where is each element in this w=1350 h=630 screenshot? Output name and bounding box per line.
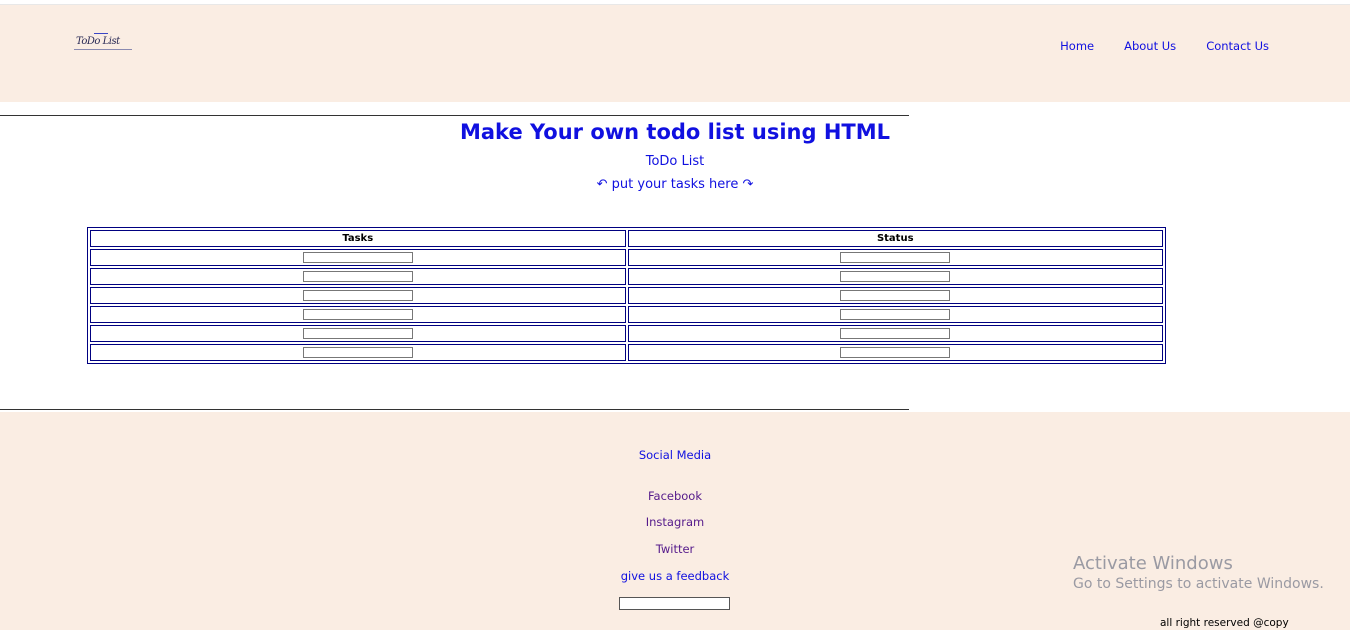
column-header-status: Status bbox=[627, 230, 1163, 247]
task-cell bbox=[90, 268, 626, 285]
task-cell bbox=[90, 325, 626, 342]
status-cell bbox=[627, 287, 1163, 304]
status-cell bbox=[627, 344, 1163, 361]
page-tagline: ↶ put your tasks here ↷ bbox=[596, 177, 754, 192]
logo-text: ToDo List bbox=[76, 36, 120, 47]
task-input[interactable] bbox=[302, 327, 413, 339]
table-row bbox=[90, 249, 1163, 266]
task-cell bbox=[90, 306, 626, 323]
status-input[interactable] bbox=[840, 270, 951, 282]
column-header-tasks: Tasks bbox=[90, 230, 626, 247]
table-row bbox=[90, 344, 1163, 361]
activate-windows-watermark: Activate Windows Go to Settings to activ… bbox=[1073, 553, 1324, 592]
watermark-subtitle: Go to Settings to activate Windows. bbox=[1073, 576, 1324, 592]
logo-accent bbox=[94, 33, 108, 34]
task-cell bbox=[90, 344, 626, 361]
status-cell bbox=[627, 268, 1163, 285]
page-title: Make Your own todo list using HTML bbox=[459, 120, 891, 144]
feedback-input[interactable] bbox=[619, 597, 730, 610]
task-cell bbox=[90, 249, 626, 266]
status-input[interactable] bbox=[840, 251, 951, 263]
task-input[interactable] bbox=[302, 346, 413, 358]
status-input[interactable] bbox=[840, 346, 951, 358]
watermark-title: Activate Windows bbox=[1073, 553, 1233, 574]
status-cell bbox=[627, 249, 1163, 266]
table-header-row: Tasks Status bbox=[90, 230, 1163, 247]
instagram-link[interactable]: Instagram bbox=[0, 515, 1350, 529]
copyright-text: all right reserved @copy bbox=[1160, 617, 1289, 629]
status-input[interactable] bbox=[840, 327, 951, 339]
logo-underline bbox=[74, 49, 132, 50]
facebook-link[interactable]: Facebook bbox=[0, 489, 1350, 503]
table-row bbox=[90, 268, 1163, 285]
task-input[interactable] bbox=[302, 270, 413, 282]
task-cell bbox=[90, 287, 626, 304]
status-input[interactable] bbox=[840, 289, 951, 301]
social-media-heading: Social Media bbox=[638, 448, 712, 462]
divider-bottom bbox=[0, 409, 909, 410]
task-input[interactable] bbox=[302, 251, 413, 263]
site-footer: Social Media Facebook Instagram Twitter … bbox=[0, 412, 1350, 630]
task-input[interactable] bbox=[302, 289, 413, 301]
page-subtitle: ToDo List bbox=[645, 154, 705, 169]
main-nav: Home About Us Contact Us bbox=[1060, 39, 1269, 53]
table-row bbox=[90, 306, 1163, 323]
status-input[interactable] bbox=[840, 308, 951, 320]
nav-contact-us[interactable]: Contact Us bbox=[1206, 39, 1269, 53]
logo[interactable]: ToDo List bbox=[74, 33, 132, 50]
table-row bbox=[90, 325, 1163, 342]
table-row bbox=[90, 287, 1163, 304]
nav-about-us[interactable]: About Us bbox=[1124, 39, 1176, 53]
site-header: ToDo List Home About Us Contact Us bbox=[0, 5, 1350, 102]
status-cell bbox=[627, 325, 1163, 342]
todo-table: Tasks Status bbox=[87, 227, 1166, 364]
nav-home[interactable]: Home bbox=[1060, 39, 1094, 53]
divider-top bbox=[0, 115, 909, 116]
status-cell bbox=[627, 306, 1163, 323]
task-input[interactable] bbox=[302, 308, 413, 320]
